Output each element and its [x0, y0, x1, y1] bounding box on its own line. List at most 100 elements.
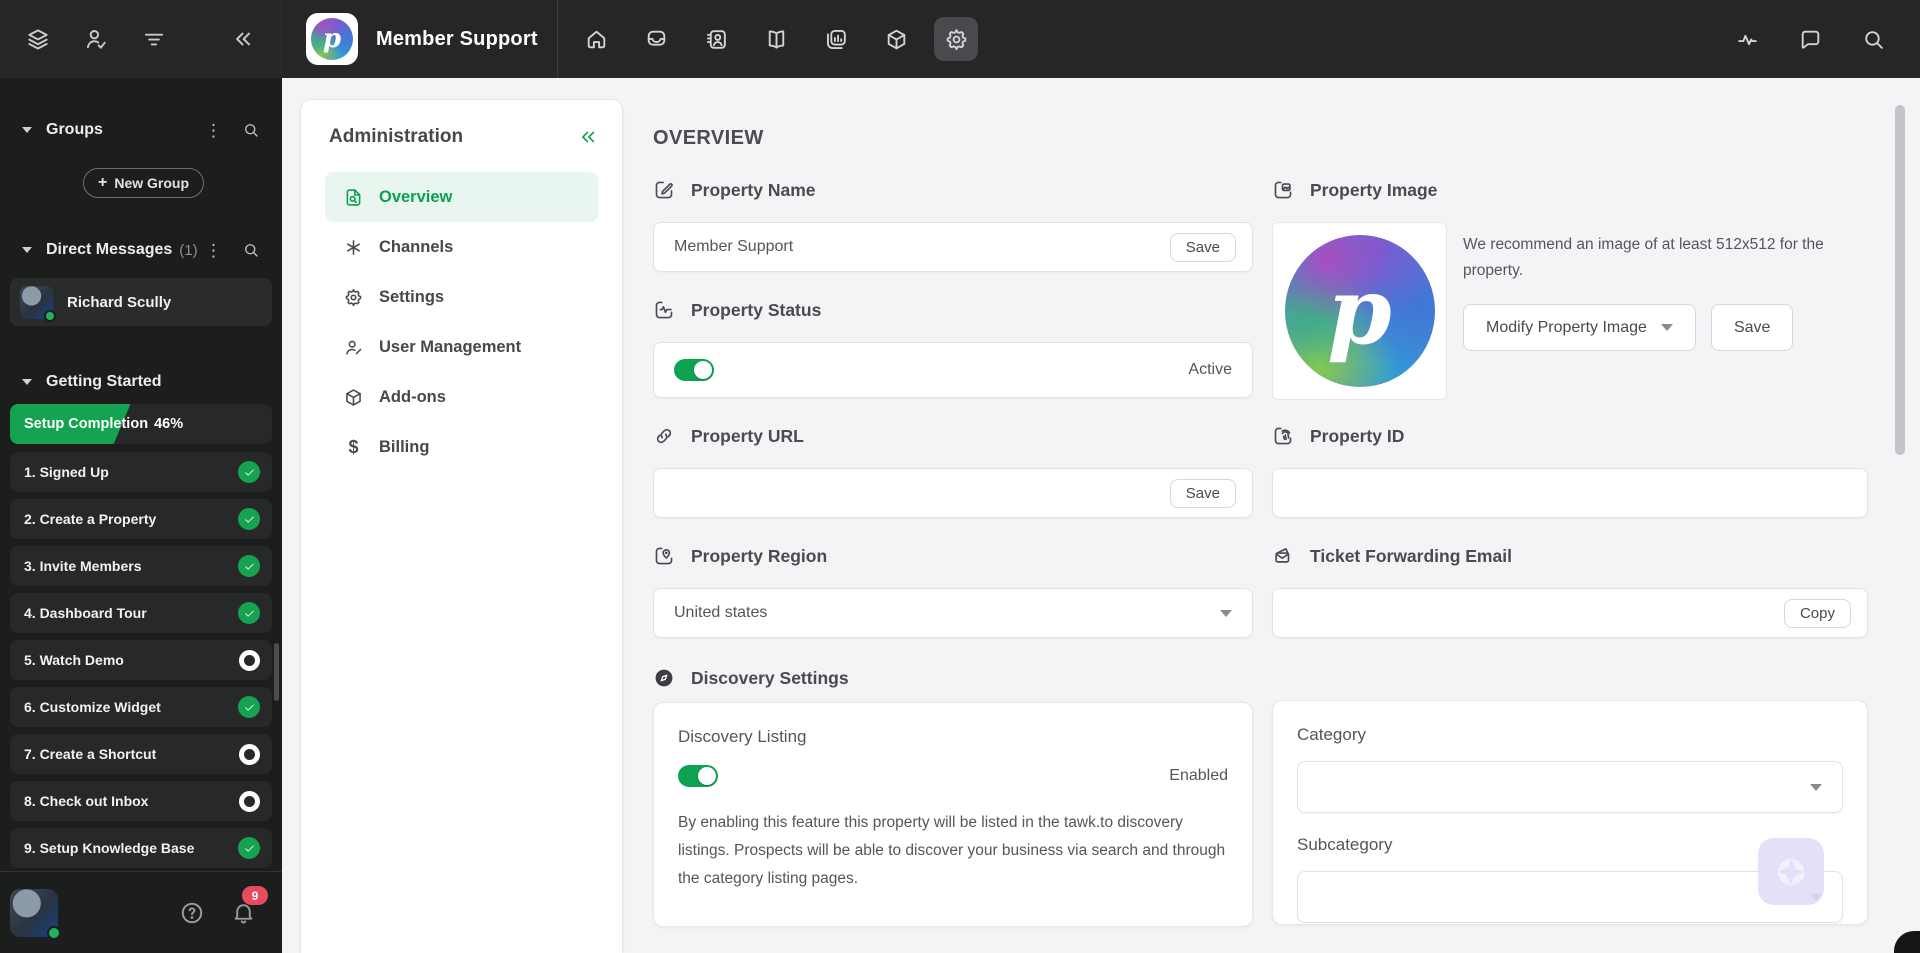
property-image-save-button[interactable]: Save	[1710, 304, 1794, 351]
step-customize-widget[interactable]: 6. Customize Widget	[10, 687, 272, 727]
home-icon[interactable]	[574, 17, 618, 61]
admin-menu-addons[interactable]: Add-ons	[325, 372, 598, 422]
property-status-toggle[interactable]	[674, 359, 714, 381]
current-user-avatar[interactable]	[10, 888, 61, 940]
contacts-icon[interactable]	[694, 17, 738, 61]
step-watch-demo[interactable]: 5. Watch Demo	[10, 640, 272, 680]
property-logo: p	[306, 13, 358, 65]
notifications-bell-icon[interactable]: 9	[231, 886, 268, 925]
property-name-field: Save	[653, 222, 1253, 272]
property-url-input[interactable]	[674, 484, 1170, 502]
property-name-header: Property Name	[653, 178, 1253, 202]
inbox-icon[interactable]	[634, 17, 678, 61]
step-setup-knowledge-base[interactable]: 9. Setup Knowledge Base	[10, 828, 272, 868]
admin-menu-user-management[interactable]: User Management	[325, 322, 598, 372]
settings-icon[interactable]	[934, 17, 978, 61]
dm-menu-icon[interactable]: ⋮	[205, 242, 222, 259]
check-icon	[238, 508, 260, 530]
knowledge-base-icon[interactable]	[754, 17, 798, 61]
direct-messages-section-header[interactable]: Direct Messages (1) ⋮	[0, 238, 282, 262]
overview-left-column: Property Name Save Property Status Activ…	[653, 170, 1253, 927]
fingerprint-icon	[1272, 425, 1294, 447]
main-scrollbar[interactable]	[1895, 105, 1905, 455]
category-select[interactable]	[1297, 761, 1843, 813]
property-name-save-button[interactable]: Save	[1169, 232, 1236, 262]
discovery-listing-title: Discovery Listing	[678, 727, 807, 746]
getting-started-steps: 1. Signed Up 2. Create a Property 3. Inv…	[10, 452, 272, 868]
property-region-value: United states	[674, 604, 768, 621]
collapse-admin-panel-icon[interactable]	[576, 126, 598, 148]
plus-icon: +	[98, 174, 108, 191]
caret-down-icon	[22, 127, 32, 133]
messages-icon[interactable]	[1798, 27, 1823, 52]
groups-section-header[interactable]: Groups ⋮	[0, 118, 282, 142]
status-pulse-icon	[653, 299, 675, 321]
check-icon	[238, 461, 260, 483]
ticket-forwarding-header: Ticket Forwarding Email	[1272, 544, 1868, 568]
step-create-property[interactable]: 2. Create a Property	[10, 499, 272, 539]
property-url-save-button[interactable]: Save	[1169, 478, 1236, 508]
admin-menu-overview[interactable]: Overview	[325, 172, 598, 222]
dm-contact-richard-scully[interactable]: Richard Scully	[10, 278, 272, 326]
step-signed-up[interactable]: 1. Signed Up	[10, 452, 272, 492]
discovery-listing-toggle[interactable]	[678, 765, 718, 787]
property-image-hint: We recommend an image of at least 512x51…	[1463, 236, 1824, 279]
admin-menu-settings[interactable]: Settings	[325, 272, 598, 322]
discovery-listing-status: Enabled	[1169, 767, 1228, 784]
property-id-header: Property ID	[1272, 424, 1868, 448]
avatar	[20, 285, 56, 322]
topbar-right	[1735, 27, 1920, 52]
search-icon[interactable]	[1861, 27, 1886, 52]
property-url-header: Property URL	[653, 424, 1253, 448]
groups-icon[interactable]	[25, 26, 51, 52]
chevron-down-icon	[1220, 609, 1232, 617]
chevron-down-icon	[1660, 324, 1673, 331]
step-create-shortcut[interactable]: 7. Create a Shortcut	[10, 734, 272, 774]
filter-icon[interactable]	[141, 26, 167, 52]
ticket-forwarding-copy-button[interactable]: Copy	[1783, 598, 1851, 628]
getting-started-section-header[interactable]: Getting Started	[0, 370, 282, 394]
step-check-out-inbox[interactable]: 8. Check out Inbox	[10, 781, 272, 821]
setup-completion-value: 46%	[154, 416, 184, 432]
sidebar-scrollbar[interactable]	[274, 643, 279, 701]
property-name-input[interactable]	[674, 238, 1170, 256]
addons-icon[interactable]	[874, 17, 918, 61]
property-id-input[interactable]	[1293, 484, 1851, 502]
discovery-listing-description: By enabling this feature this property w…	[678, 814, 1226, 887]
activity-icon[interactable]	[1735, 27, 1760, 52]
property-switcher[interactable]: p Member Support	[282, 0, 558, 78]
modify-property-image-button[interactable]: Modify Property Image	[1463, 304, 1696, 351]
image-icon	[1272, 179, 1294, 201]
property-image-header: Property Image	[1272, 178, 1868, 202]
groups-menu-icon[interactable]: ⋮	[205, 122, 222, 139]
compass-icon	[653, 667, 675, 689]
chat-widget-bubble[interactable]	[1758, 838, 1824, 905]
ticket-forwarding-input[interactable]	[1293, 604, 1784, 622]
administration-menu: Overview Channels Settings User Manageme…	[301, 172, 622, 472]
collapse-sidebar-icon[interactable]	[229, 26, 255, 52]
new-group-button[interactable]: + New Group	[83, 168, 205, 198]
dm-search-icon[interactable]	[242, 241, 260, 259]
dm-contact-name: Richard Scully	[67, 293, 172, 311]
property-status-text: Active	[1188, 361, 1232, 378]
overview-right-column: Property Image p We recommend an image o…	[1272, 170, 1868, 925]
administration-title: Administration	[329, 126, 464, 147]
step-dashboard-tour[interactable]: 4. Dashboard Tour	[10, 593, 272, 633]
reporting-icon[interactable]	[814, 17, 858, 61]
link-icon	[653, 425, 675, 447]
chevron-down-icon	[1810, 783, 1822, 791]
agents-icon[interactable]	[83, 26, 109, 52]
admin-menu-channels[interactable]: Channels	[325, 222, 598, 272]
location-pin-icon	[653, 545, 675, 567]
property-region-select[interactable]: United states	[653, 588, 1253, 638]
topbar-left-rail	[0, 0, 282, 78]
help-icon[interactable]	[179, 900, 205, 926]
property-region-header: Property Region	[653, 544, 1253, 568]
check-icon	[238, 602, 260, 624]
step-invite-members[interactable]: 3. Invite Members	[10, 546, 272, 586]
admin-menu-billing[interactable]: $ Billing	[325, 422, 598, 472]
check-icon	[238, 837, 260, 859]
groups-search-icon[interactable]	[242, 121, 260, 139]
setup-completion-label: Setup Completion	[24, 416, 149, 432]
user-management-icon	[343, 337, 364, 358]
